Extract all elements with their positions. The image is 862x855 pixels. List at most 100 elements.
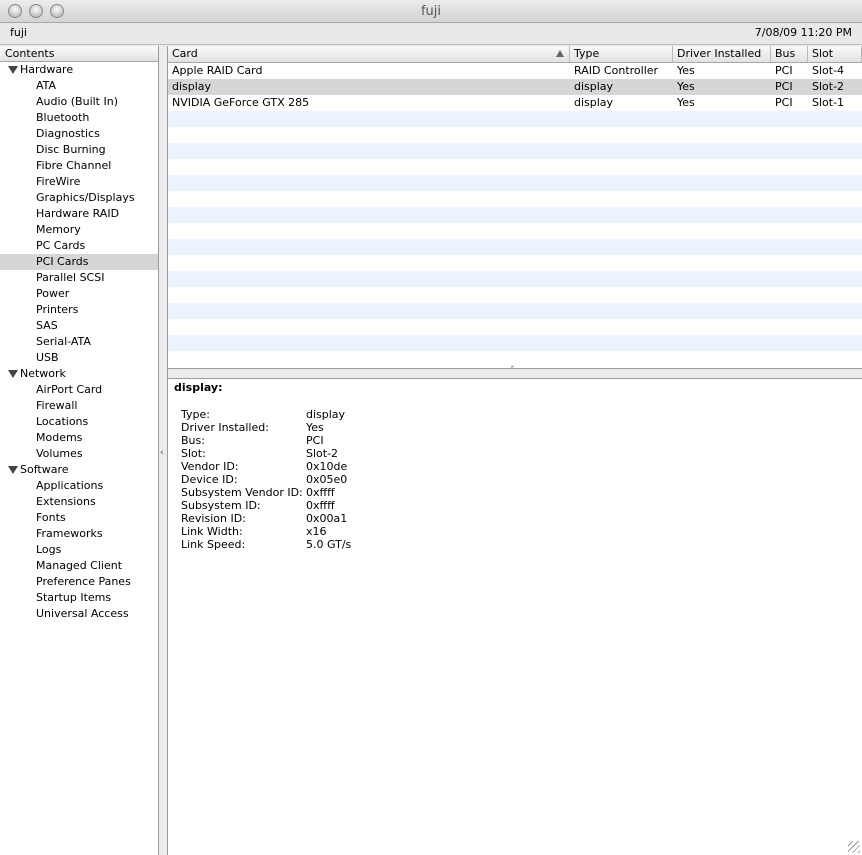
detail-field-key: Type: bbox=[181, 408, 210, 421]
cell-type: display bbox=[574, 80, 614, 93]
detail-field-slot: Slot: Slot-2 bbox=[181, 447, 856, 460]
sidebar-item-airport-card[interactable]: AirPort Card bbox=[0, 382, 158, 398]
sidebar-item-universal-access[interactable]: Universal Access bbox=[0, 606, 158, 622]
sidebar-item-audio-built-in[interactable]: Audio (Built In) bbox=[0, 94, 158, 110]
splitter-handle-icon[interactable]: ‹ bbox=[160, 448, 164, 458]
sidebar-item-fonts[interactable]: Fonts bbox=[0, 510, 158, 526]
cell-bus: PCI bbox=[775, 96, 793, 109]
sidebar-item-disc-burning[interactable]: Disc Burning bbox=[0, 142, 158, 158]
detail-field-key: Bus: bbox=[181, 434, 205, 447]
detail-field-subsystem-id: Subsystem ID: 0xffff bbox=[181, 499, 856, 512]
report-datetime: 7/08/09 11:20 PM bbox=[754, 26, 852, 39]
column-header-bus[interactable]: Bus bbox=[771, 46, 808, 62]
detail-field-value: display bbox=[306, 408, 346, 421]
disclosure-triangle-icon[interactable] bbox=[8, 466, 18, 474]
table-row[interactable]: Apple RAID Card RAID Controller Yes PCI Slot… bbox=[168, 63, 862, 79]
devices-table[interactable]: Card Type Driver Installed Bus Slot Apple RA… bbox=[168, 46, 862, 369]
sidebar-item-sas[interactable]: SAS bbox=[0, 318, 158, 334]
detail-field-value: 0xffff bbox=[306, 486, 335, 499]
detail-field-key: Driver Installed: bbox=[181, 421, 269, 434]
sidebar-item-startup-items[interactable]: Startup Items bbox=[0, 590, 158, 606]
column-header-label: Type bbox=[574, 47, 600, 60]
empty-table-row bbox=[168, 111, 862, 127]
table-row[interactable]: display display Yes PCI Slot-2 bbox=[168, 79, 862, 95]
sidebar-item-firewire[interactable]: FireWire bbox=[0, 174, 158, 190]
detail-field-bus: Bus: PCI bbox=[181, 434, 856, 447]
sidebar-item-logs[interactable]: Logs bbox=[0, 542, 158, 558]
sidebar-item-extensions[interactable]: Extensions bbox=[0, 494, 158, 510]
sidebar-item-applications[interactable]: Applications bbox=[0, 478, 158, 494]
sidebar-item-modems[interactable]: Modems bbox=[0, 430, 158, 446]
column-header-type[interactable]: Type bbox=[570, 46, 673, 62]
detail-field-value: Slot-2 bbox=[306, 447, 339, 460]
column-header-driver-installed[interactable]: Driver Installed bbox=[673, 46, 771, 62]
sidebar-group-network[interactable]: Network bbox=[0, 366, 158, 382]
detail-field-revision-id: Revision ID: 0x00a1 bbox=[181, 512, 856, 525]
sidebar-group-label: Software bbox=[20, 463, 69, 476]
empty-table-row bbox=[168, 175, 862, 191]
table-body: Apple RAID Card RAID Controller Yes PCI Slot… bbox=[168, 63, 862, 367]
column-header-slot[interactable]: Slot bbox=[808, 46, 862, 62]
sidebar-item-ata[interactable]: ATA bbox=[0, 78, 158, 94]
cell-type: display bbox=[574, 96, 614, 109]
sidebar-item-memory[interactable]: Memory bbox=[0, 222, 158, 238]
disclosure-triangle-icon[interactable] bbox=[8, 370, 18, 378]
sidebar-item-managed-client[interactable]: Managed Client bbox=[0, 558, 158, 574]
sidebar-header: Contents bbox=[0, 46, 158, 62]
cell-slot: Slot-2 bbox=[812, 80, 845, 93]
cell-type: RAID Controller bbox=[574, 64, 659, 77]
cell-driver-installed: Yes bbox=[677, 64, 695, 77]
resize-grip-icon[interactable] bbox=[848, 841, 860, 853]
sidebar-item-pc-cards[interactable]: PC Cards bbox=[0, 238, 158, 254]
sidebar-item-frameworks[interactable]: Frameworks bbox=[0, 526, 158, 542]
sidebar-group-hardware[interactable]: Hardware bbox=[0, 62, 158, 78]
cell-slot: Slot-4 bbox=[812, 64, 845, 77]
empty-table-row bbox=[168, 239, 862, 255]
contents-sidebar[interactable]: Contents Hardware ATA Audio (Built In) Blue… bbox=[0, 46, 159, 855]
horizontal-splitter[interactable]: ˆ bbox=[168, 366, 862, 379]
cell-card: NVIDIA GeForce GTX 285 bbox=[172, 96, 310, 109]
empty-table-row bbox=[168, 207, 862, 223]
detail-field-value: 0xffff bbox=[306, 499, 335, 512]
detail-field-value: 0x05e0 bbox=[306, 473, 348, 486]
sidebar-item-bluetooth[interactable]: Bluetooth bbox=[0, 110, 158, 126]
sidebar-item-firewall[interactable]: Firewall bbox=[0, 398, 158, 414]
column-header-label: Driver Installed bbox=[677, 47, 762, 60]
sidebar-item-parallel-scsi[interactable]: Parallel SCSI bbox=[0, 270, 158, 286]
sidebar-item-diagnostics[interactable]: Diagnostics bbox=[0, 126, 158, 142]
detail-field-value: x16 bbox=[306, 525, 327, 538]
sidebar-item-power[interactable]: Power bbox=[0, 286, 158, 302]
sidebar-item-pci-cards[interactable]: PCI Cards bbox=[0, 254, 158, 270]
sidebar-item-serial-ata[interactable]: Serial-ATA bbox=[0, 334, 158, 350]
sidebar-item-hardware-raid[interactable]: Hardware RAID bbox=[0, 206, 158, 222]
sidebar-item-printers[interactable]: Printers bbox=[0, 302, 158, 318]
detail-field-key: Revision ID: bbox=[181, 512, 246, 525]
detail-field-key: Device ID: bbox=[181, 473, 238, 486]
sidebar-item-usb[interactable]: USB bbox=[0, 350, 158, 366]
empty-table-row bbox=[168, 303, 862, 319]
sidebar-group-label: Network bbox=[20, 367, 66, 380]
column-header-label: Card bbox=[172, 47, 198, 60]
sidebar-group-software[interactable]: Software bbox=[0, 462, 158, 478]
detail-field-device-id: Device ID: 0x05e0 bbox=[181, 473, 856, 486]
column-header-card[interactable]: Card bbox=[168, 46, 570, 62]
table-row[interactable]: NVIDIA GeForce GTX 285 display Yes PCI Slot-… bbox=[168, 95, 862, 111]
sort-ascending-icon bbox=[556, 50, 564, 57]
splitter-handle-icon[interactable]: ˆ bbox=[510, 366, 515, 376]
empty-table-row bbox=[168, 255, 862, 271]
contents-tree: Hardware ATA Audio (Built In) Bluetooth Diag… bbox=[0, 62, 158, 622]
detail-field-value: 5.0 GT/s bbox=[306, 538, 352, 551]
cell-bus: PCI bbox=[775, 80, 793, 93]
cell-driver-installed: Yes bbox=[677, 80, 695, 93]
detail-pane: display: Type: display Driver Installed: Ye… bbox=[168, 379, 862, 855]
sidebar-item-volumes[interactable]: Volumes bbox=[0, 446, 158, 462]
sidebar-item-fibre-channel[interactable]: Fibre Channel bbox=[0, 158, 158, 174]
sidebar-item-graphics-displays[interactable]: Graphics/Displays bbox=[0, 190, 158, 206]
machine-name: fuji bbox=[10, 26, 27, 39]
sidebar-item-locations[interactable]: Locations bbox=[0, 414, 158, 430]
empty-table-row bbox=[168, 143, 862, 159]
disclosure-triangle-icon[interactable] bbox=[8, 66, 18, 74]
vertical-splitter[interactable]: ‹ bbox=[159, 46, 168, 855]
empty-table-row bbox=[168, 335, 862, 351]
sidebar-item-preference-panes[interactable]: Preference Panes bbox=[0, 574, 158, 590]
